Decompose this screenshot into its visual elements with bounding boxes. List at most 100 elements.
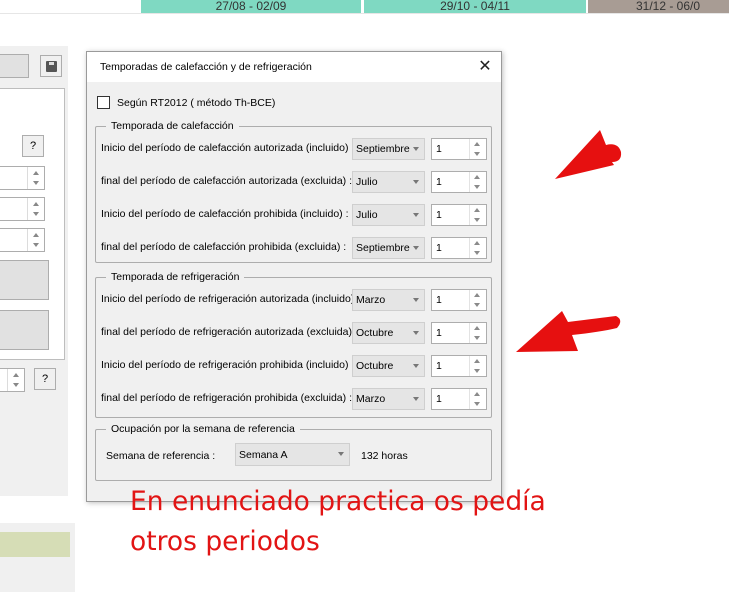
save-icon bbox=[45, 60, 57, 72]
background-text-field[interactable] bbox=[0, 54, 29, 78]
spin-up-icon[interactable] bbox=[474, 175, 480, 179]
month-select[interactable]: Octubre bbox=[352, 322, 425, 344]
cooling-season-group: Temporada de refrigeración Inicio del pe… bbox=[95, 271, 492, 418]
day-spinbox[interactable]: 1 bbox=[431, 138, 487, 160]
month-select[interactable]: Septiembre bbox=[352, 138, 425, 160]
month-select[interactable]: Julio bbox=[352, 204, 425, 226]
spin-up-icon[interactable] bbox=[474, 392, 480, 396]
rt2012-checkbox[interactable]: Según RT2012 ( método Th-BCE) bbox=[97, 96, 275, 109]
month-value: Julio bbox=[356, 209, 378, 221]
day-value: 1 bbox=[436, 327, 442, 339]
spin-buttons[interactable] bbox=[469, 356, 486, 376]
month-value: Septiembre bbox=[356, 143, 410, 155]
reference-week-select[interactable]: Semana A bbox=[235, 443, 350, 466]
dialog-titlebar[interactable]: Temporadas de calefacción y de refrigera… bbox=[87, 52, 501, 82]
background-button[interactable] bbox=[0, 310, 49, 350]
day-spinbox[interactable]: 1 bbox=[431, 237, 487, 259]
spin-buttons[interactable] bbox=[469, 290, 486, 310]
chevron-down-icon bbox=[413, 298, 419, 302]
red-arrow-icon bbox=[516, 311, 621, 352]
background-field bbox=[0, 532, 70, 557]
cooling-row: final del período de refrigeración autor… bbox=[101, 322, 491, 344]
chevron-down-icon bbox=[413, 364, 419, 368]
month-value: Octubre bbox=[356, 327, 394, 339]
row-label: Inicio del período de refrigeración proh… bbox=[101, 359, 355, 371]
spin-down-icon[interactable] bbox=[474, 303, 480, 307]
checkbox-box[interactable] bbox=[97, 96, 110, 109]
day-value: 1 bbox=[436, 360, 442, 372]
background-spinbox[interactable] bbox=[0, 197, 45, 221]
reference-week-value: Semana A bbox=[239, 449, 288, 461]
spin-down-icon[interactable] bbox=[474, 185, 480, 189]
heating-season-group: Temporada de calefacción Inicio del perí… bbox=[95, 120, 492, 263]
row-label: Inicio del período de refrigeración auto… bbox=[101, 293, 361, 305]
spin-up-icon[interactable] bbox=[474, 293, 480, 297]
timeline-cell: 29/10 - 04/11 bbox=[364, 0, 586, 13]
spin-down-icon[interactable] bbox=[474, 402, 480, 406]
day-spinbox[interactable]: 1 bbox=[431, 322, 487, 344]
day-value: 1 bbox=[436, 393, 442, 405]
spin-arrows-icon[interactable] bbox=[27, 167, 44, 189]
spin-up-icon[interactable] bbox=[474, 359, 480, 363]
spin-buttons[interactable] bbox=[469, 323, 486, 343]
spin-buttons[interactable] bbox=[469, 205, 486, 225]
day-spinbox[interactable]: 1 bbox=[431, 289, 487, 311]
spin-buttons[interactable] bbox=[469, 238, 486, 258]
dialog-title: Temporadas de calefacción y de refrigera… bbox=[100, 61, 312, 73]
day-value: 1 bbox=[436, 143, 442, 155]
day-spinbox[interactable]: 1 bbox=[431, 171, 487, 193]
annotation-text: En enunciado practica os pedía otros per… bbox=[130, 482, 610, 562]
heating-row: final del período de calefacción prohibi… bbox=[101, 237, 491, 259]
spin-buttons[interactable] bbox=[469, 139, 486, 159]
day-value: 1 bbox=[436, 242, 442, 254]
month-select[interactable]: Julio bbox=[352, 171, 425, 193]
occupancy-legend: Ocupación por la semana de referencia bbox=[106, 423, 300, 435]
spin-buttons[interactable] bbox=[469, 389, 486, 409]
spin-up-icon[interactable] bbox=[474, 326, 480, 330]
annotation-line: otros periodos bbox=[130, 526, 320, 557]
month-select[interactable]: Marzo bbox=[352, 388, 425, 410]
spin-down-icon[interactable] bbox=[474, 251, 480, 255]
cooling-season-legend: Temporada de refrigeración bbox=[106, 271, 245, 283]
spin-down-icon[interactable] bbox=[474, 218, 480, 222]
background-spinbox[interactable] bbox=[0, 228, 45, 252]
background-spinbox[interactable] bbox=[0, 368, 25, 392]
rt2012-checkbox-label: Según RT2012 ( método Th-BCE) bbox=[117, 96, 276, 109]
month-value: Marzo bbox=[356, 393, 386, 405]
day-value: 1 bbox=[436, 209, 442, 221]
spin-down-icon[interactable] bbox=[474, 336, 480, 340]
spin-arrows-icon[interactable] bbox=[27, 229, 44, 251]
month-select[interactable]: Septiembre bbox=[352, 237, 425, 259]
save-button[interactable] bbox=[40, 55, 62, 77]
background-spinbox[interactable] bbox=[0, 166, 45, 190]
close-icon[interactable]: ✕ bbox=[475, 57, 495, 77]
help-button[interactable]: ? bbox=[22, 135, 44, 157]
chevron-down-icon bbox=[413, 180, 419, 184]
day-spinbox[interactable]: 1 bbox=[431, 388, 487, 410]
spin-buttons[interactable] bbox=[469, 172, 486, 192]
day-value: 1 bbox=[436, 176, 442, 188]
row-label: final del período de refrigeración prohi… bbox=[101, 392, 352, 404]
day-value: 1 bbox=[436, 294, 442, 306]
spin-down-icon[interactable] bbox=[474, 152, 480, 156]
day-spinbox[interactable]: 1 bbox=[431, 355, 487, 377]
help-button[interactable]: ? bbox=[34, 368, 56, 390]
month-select[interactable]: Octubre bbox=[352, 355, 425, 377]
background-button[interactable] bbox=[0, 260, 49, 300]
spin-down-icon[interactable] bbox=[474, 369, 480, 373]
spin-up-icon[interactable] bbox=[474, 208, 480, 212]
day-spinbox[interactable]: 1 bbox=[431, 204, 487, 226]
row-label: final del período de calefacción autoriz… bbox=[101, 175, 352, 187]
row-label: Inicio del período de calefacción prohib… bbox=[101, 208, 349, 220]
spin-up-icon[interactable] bbox=[474, 241, 480, 245]
heating-row: Inicio del período de calefacción autori… bbox=[101, 138, 491, 160]
month-select[interactable]: Marzo bbox=[352, 289, 425, 311]
spin-up-icon[interactable] bbox=[474, 142, 480, 146]
month-value: Octubre bbox=[356, 360, 394, 372]
weekly-hours: 132 horas bbox=[361, 450, 408, 462]
row-label: Inicio del período de calefacción autori… bbox=[101, 142, 355, 154]
month-value: Marzo bbox=[356, 294, 386, 306]
spin-arrows-icon[interactable] bbox=[7, 369, 24, 391]
spin-arrows-icon[interactable] bbox=[27, 198, 44, 220]
row-label: final del período de calefacción prohibi… bbox=[101, 241, 347, 253]
